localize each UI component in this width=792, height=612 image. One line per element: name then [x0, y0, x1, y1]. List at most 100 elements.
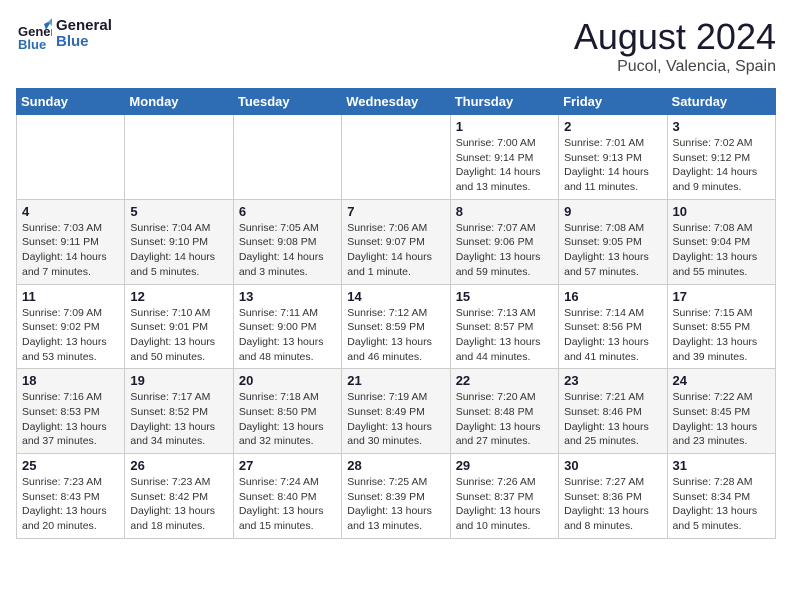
calendar-cell: 2 Sunrise: 7:01 AM Sunset: 9:13 PM Daylig…	[559, 115, 667, 200]
calendar-cell: 4 Sunrise: 7:03 AM Sunset: 9:11 PM Daylig…	[17, 199, 125, 284]
day-info: Sunrise: 7:12 AM Sunset: 8:59 PM Dayligh…	[347, 306, 444, 365]
day-info: Sunrise: 7:15 AM Sunset: 8:55 PM Dayligh…	[673, 306, 770, 365]
day-number: 29	[456, 458, 553, 473]
day-info: Sunrise: 7:13 AM Sunset: 8:57 PM Dayligh…	[456, 306, 553, 365]
page-header: General Blue General Blue August 2024 Pu…	[16, 16, 776, 76]
day-number: 21	[347, 373, 444, 388]
calendar-cell: 25 Sunrise: 7:23 AM Sunset: 8:43 PM Dayli…	[17, 454, 125, 539]
calendar-cell: 13 Sunrise: 7:11 AM Sunset: 9:00 PM Dayli…	[233, 284, 341, 369]
day-info: Sunrise: 7:03 AM Sunset: 9:11 PM Dayligh…	[22, 221, 119, 280]
day-number: 18	[22, 373, 119, 388]
day-number: 9	[564, 204, 661, 219]
day-info: Sunrise: 7:05 AM Sunset: 9:08 PM Dayligh…	[239, 221, 336, 280]
day-number: 17	[673, 289, 770, 304]
day-number: 20	[239, 373, 336, 388]
weekday-header: Wednesday	[342, 89, 450, 115]
svg-text:Blue: Blue	[18, 37, 46, 52]
day-info: Sunrise: 7:25 AM Sunset: 8:39 PM Dayligh…	[347, 475, 444, 534]
day-info: Sunrise: 7:07 AM Sunset: 9:06 PM Dayligh…	[456, 221, 553, 280]
day-info: Sunrise: 7:28 AM Sunset: 8:34 PM Dayligh…	[673, 475, 770, 534]
calendar-week-row: 4 Sunrise: 7:03 AM Sunset: 9:11 PM Daylig…	[17, 199, 776, 284]
calendar-body: 1 Sunrise: 7:00 AM Sunset: 9:14 PM Daylig…	[17, 115, 776, 539]
day-info: Sunrise: 7:02 AM Sunset: 9:12 PM Dayligh…	[673, 136, 770, 195]
day-number: 25	[22, 458, 119, 473]
calendar-cell: 3 Sunrise: 7:02 AM Sunset: 9:12 PM Daylig…	[667, 115, 775, 200]
day-number: 15	[456, 289, 553, 304]
day-number: 11	[22, 289, 119, 304]
calendar-cell	[342, 115, 450, 200]
day-number: 30	[564, 458, 661, 473]
day-number: 7	[347, 204, 444, 219]
calendar-cell: 26 Sunrise: 7:23 AM Sunset: 8:42 PM Dayli…	[125, 454, 233, 539]
day-info: Sunrise: 7:00 AM Sunset: 9:14 PM Dayligh…	[456, 136, 553, 195]
day-info: Sunrise: 7:08 AM Sunset: 9:05 PM Dayligh…	[564, 221, 661, 280]
calendar-cell	[125, 115, 233, 200]
calendar-cell: 12 Sunrise: 7:10 AM Sunset: 9:01 PM Dayli…	[125, 284, 233, 369]
day-number: 8	[456, 204, 553, 219]
title-block: August 2024 Pucol, Valencia, Spain	[574, 16, 776, 76]
calendar-cell: 1 Sunrise: 7:00 AM Sunset: 9:14 PM Daylig…	[450, 115, 558, 200]
day-info: Sunrise: 7:22 AM Sunset: 8:45 PM Dayligh…	[673, 390, 770, 449]
weekday-header: Monday	[125, 89, 233, 115]
logo-icon: General Blue	[16, 16, 52, 52]
calendar-cell	[233, 115, 341, 200]
day-info: Sunrise: 7:14 AM Sunset: 8:56 PM Dayligh…	[564, 306, 661, 365]
day-info: Sunrise: 7:08 AM Sunset: 9:04 PM Dayligh…	[673, 221, 770, 280]
calendar-cell: 6 Sunrise: 7:05 AM Sunset: 9:08 PM Daylig…	[233, 199, 341, 284]
day-info: Sunrise: 7:06 AM Sunset: 9:07 PM Dayligh…	[347, 221, 444, 280]
day-info: Sunrise: 7:04 AM Sunset: 9:10 PM Dayligh…	[130, 221, 227, 280]
calendar-cell: 15 Sunrise: 7:13 AM Sunset: 8:57 PM Dayli…	[450, 284, 558, 369]
day-info: Sunrise: 7:27 AM Sunset: 8:36 PM Dayligh…	[564, 475, 661, 534]
calendar-cell: 18 Sunrise: 7:16 AM Sunset: 8:53 PM Dayli…	[17, 369, 125, 454]
day-info: Sunrise: 7:16 AM Sunset: 8:53 PM Dayligh…	[22, 390, 119, 449]
day-number: 16	[564, 289, 661, 304]
weekday-header: Saturday	[667, 89, 775, 115]
day-number: 13	[239, 289, 336, 304]
weekday-header: Thursday	[450, 89, 558, 115]
day-number: 6	[239, 204, 336, 219]
day-number: 27	[239, 458, 336, 473]
day-info: Sunrise: 7:23 AM Sunset: 8:43 PM Dayligh…	[22, 475, 119, 534]
day-info: Sunrise: 7:19 AM Sunset: 8:49 PM Dayligh…	[347, 390, 444, 449]
main-title: August 2024	[574, 16, 776, 58]
day-number: 19	[130, 373, 227, 388]
calendar-cell: 31Sunrise: 7:28 AM Sunset: 8:34 PM Dayli…	[667, 454, 775, 539]
calendar-cell: 10Sunrise: 7:08 AM Sunset: 9:04 PM Dayli…	[667, 199, 775, 284]
calendar-cell: 29 Sunrise: 7:26 AM Sunset: 8:37 PM Dayli…	[450, 454, 558, 539]
weekday-header-row: SundayMondayTuesdayWednesdayThursdayFrid…	[17, 89, 776, 115]
calendar-cell: 11 Sunrise: 7:09 AM Sunset: 9:02 PM Dayli…	[17, 284, 125, 369]
day-number: 12	[130, 289, 227, 304]
day-info: Sunrise: 7:21 AM Sunset: 8:46 PM Dayligh…	[564, 390, 661, 449]
calendar-cell: 30 Sunrise: 7:27 AM Sunset: 8:36 PM Dayli…	[559, 454, 667, 539]
weekday-header: Tuesday	[233, 89, 341, 115]
day-info: Sunrise: 7:20 AM Sunset: 8:48 PM Dayligh…	[456, 390, 553, 449]
calendar-cell: 7 Sunrise: 7:06 AM Sunset: 9:07 PM Daylig…	[342, 199, 450, 284]
day-number: 26	[130, 458, 227, 473]
calendar-cell: 9 Sunrise: 7:08 AM Sunset: 9:05 PM Daylig…	[559, 199, 667, 284]
weekday-header: Friday	[559, 89, 667, 115]
calendar-week-row: 18 Sunrise: 7:16 AM Sunset: 8:53 PM Dayli…	[17, 369, 776, 454]
logo: General Blue General Blue	[16, 16, 112, 52]
calendar-week-row: 1 Sunrise: 7:00 AM Sunset: 9:14 PM Daylig…	[17, 115, 776, 200]
day-info: Sunrise: 7:09 AM Sunset: 9:02 PM Dayligh…	[22, 306, 119, 365]
calendar-cell: 22 Sunrise: 7:20 AM Sunset: 8:48 PM Dayli…	[450, 369, 558, 454]
day-info: Sunrise: 7:26 AM Sunset: 8:37 PM Dayligh…	[456, 475, 553, 534]
day-number: 14	[347, 289, 444, 304]
calendar-week-row: 25 Sunrise: 7:23 AM Sunset: 8:43 PM Dayli…	[17, 454, 776, 539]
weekday-header: Sunday	[17, 89, 125, 115]
day-number: 3	[673, 119, 770, 134]
calendar-table: SundayMondayTuesdayWednesdayThursdayFrid…	[16, 88, 776, 539]
day-number: 4	[22, 204, 119, 219]
day-info: Sunrise: 7:11 AM Sunset: 9:00 PM Dayligh…	[239, 306, 336, 365]
day-info: Sunrise: 7:23 AM Sunset: 8:42 PM Dayligh…	[130, 475, 227, 534]
day-number: 24	[673, 373, 770, 388]
day-number: 22	[456, 373, 553, 388]
day-info: Sunrise: 7:10 AM Sunset: 9:01 PM Dayligh…	[130, 306, 227, 365]
logo-line1: General	[56, 18, 112, 35]
day-info: Sunrise: 7:01 AM Sunset: 9:13 PM Dayligh…	[564, 136, 661, 195]
calendar-cell: 8 Sunrise: 7:07 AM Sunset: 9:06 PM Daylig…	[450, 199, 558, 284]
day-number: 2	[564, 119, 661, 134]
calendar-cell: 19Sunrise: 7:17 AM Sunset: 8:52 PM Dayli…	[125, 369, 233, 454]
day-number: 1	[456, 119, 553, 134]
calendar-cell: 5Sunrise: 7:04 AM Sunset: 9:10 PM Daylig…	[125, 199, 233, 284]
